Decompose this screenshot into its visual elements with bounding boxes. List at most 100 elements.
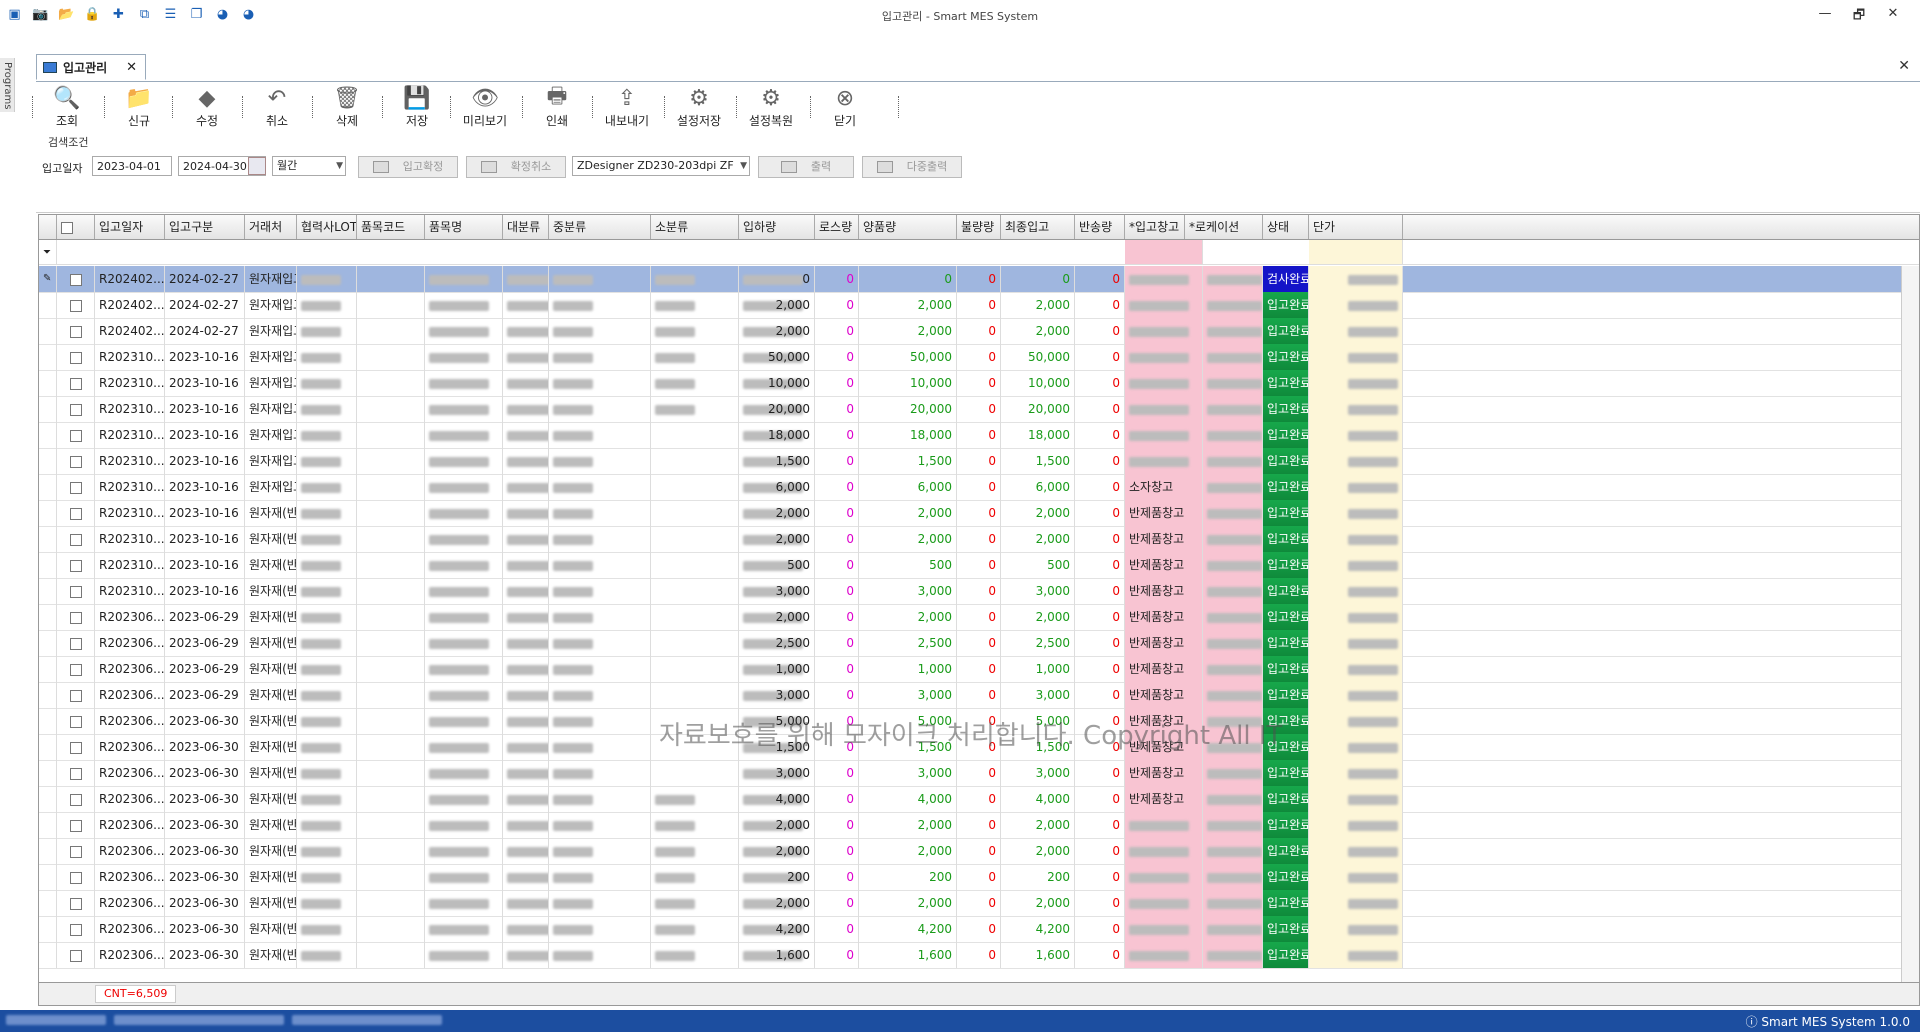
column-header[interactable]: 단가 — [1309, 215, 1403, 239]
column-header[interactable] — [57, 215, 95, 239]
table-row[interactable]: R202306...2023-06-30원자재(반제품)4,00004,0000… — [39, 786, 1919, 813]
table-row[interactable]: R202310...2023-10-16원자재(반제품)500050005000… — [39, 552, 1919, 579]
row-checkbox[interactable] — [69, 897, 82, 910]
table-row[interactable]: R202402...2024-02-27원자재입고2,00002,00002,0… — [39, 292, 1919, 319]
row-checkbox[interactable] — [69, 715, 82, 728]
column-header[interactable]: 협력사LOT — [297, 215, 357, 239]
toolbar-close-circle-button[interactable]: ⊗ 닫기 — [816, 84, 874, 134]
column-header[interactable]: 양품량 — [859, 215, 957, 239]
row-checkbox[interactable] — [69, 923, 82, 936]
filter-icon[interactable]: ⏷ — [39, 240, 57, 264]
column-header[interactable]: 입고일자 — [95, 215, 165, 239]
column-header[interactable]: 로스량 — [815, 215, 859, 239]
column-header[interactable]: *로케이션 — [1185, 215, 1263, 239]
table-row[interactable]: R202306...2023-06-29원자재(반제품)1,00001,0000… — [39, 656, 1919, 683]
table-row[interactable]: R202306...2023-06-29원자재(반제품)2,00002,0000… — [39, 604, 1919, 631]
table-row[interactable]: R202306...2023-06-30원자재(반제품)2,00002,0000… — [39, 812, 1919, 839]
toolbar-export-button[interactable]: ⇪ 내보내기 — [598, 84, 656, 134]
table-row[interactable]: R202306...2023-06-30원자재(반제품)2,00002,0000… — [39, 890, 1919, 917]
column-header[interactable]: 소분류 — [651, 215, 739, 239]
table-row[interactable]: R202402...2024-02-27원자재입고2,00002,00002,0… — [39, 318, 1919, 345]
row-checkbox[interactable] — [69, 949, 82, 962]
row-checkbox[interactable] — [69, 663, 82, 676]
vertical-scrollbar[interactable] — [1901, 266, 1919, 982]
toolbar-printer-button[interactable]: 🖶 인쇄 — [528, 84, 586, 134]
select-all-checkbox[interactable] — [61, 221, 73, 234]
table-row[interactable]: R202310...2023-10-16원자재(반제품)2,00002,0000… — [39, 500, 1919, 527]
table-row[interactable]: ✎R202402...2024-02-27원자재입고000000검사완료 — [39, 266, 1919, 293]
table-row[interactable]: R202310...2023-10-16원자재입고6,00006,00006,0… — [39, 474, 1919, 501]
row-checkbox[interactable] — [69, 429, 82, 442]
table-row[interactable]: R202310...2023-10-16원자재입고18,000018,00001… — [39, 422, 1919, 449]
row-checkbox[interactable] — [69, 403, 82, 416]
table-row[interactable]: R202310...2023-10-16원자재(반제품)3,00003,0000… — [39, 578, 1919, 605]
toolbar-eraser-button[interactable]: ◆ 수정 — [178, 84, 236, 134]
table-row[interactable]: R202306...2023-06-30원자재(반제품)1,60001,6000… — [39, 942, 1919, 969]
table-row[interactable]: R202306...2023-06-30원자재(반제품)4,20004,2000… — [39, 916, 1919, 943]
row-checkbox[interactable] — [69, 299, 82, 312]
row-checkbox[interactable] — [69, 325, 82, 338]
toolbar-search-button[interactable]: 🔍 조회 — [38, 84, 96, 134]
row-checkbox[interactable] — [69, 507, 82, 520]
period-select[interactable]: 월간 ▼ — [272, 156, 346, 176]
confirm-receipt-button[interactable]: 입고확정 — [358, 156, 458, 178]
tab-receiving-management[interactable]: 입고관리 ✕ — [36, 54, 146, 80]
column-header[interactable]: *입고창고 — [1125, 215, 1185, 239]
toolbar-save-button[interactable]: 💾 저장 — [388, 84, 446, 134]
column-header[interactable]: 입하량 — [739, 215, 815, 239]
filter-warehouse[interactable] — [1125, 240, 1203, 264]
toolbar-trash-button[interactable]: 🗑 삭제 — [318, 84, 376, 134]
row-checkbox[interactable] — [69, 481, 82, 494]
row-checkbox[interactable] — [69, 455, 82, 468]
row-checkbox[interactable] — [69, 741, 82, 754]
tab-close-icon[interactable]: ✕ — [126, 60, 137, 75]
row-checkbox[interactable] — [69, 585, 82, 598]
table-row[interactable]: R202310...2023-10-16원자재입고50,000050,00005… — [39, 344, 1919, 371]
column-header[interactable]: 반송량 — [1075, 215, 1125, 239]
row-checkbox[interactable] — [69, 845, 82, 858]
column-header[interactable]: 최종입고 — [1001, 215, 1075, 239]
column-header[interactable] — [39, 215, 57, 239]
column-header[interactable]: 대분류 — [503, 215, 549, 239]
date-from-input[interactable]: 2023-04-01 — [92, 156, 172, 176]
column-header[interactable]: 입고구분 — [165, 215, 245, 239]
toolbar-gear-restore-button[interactable]: ⚙ 설정복원 — [742, 84, 800, 134]
toolbar-eye-button[interactable]: 👁 미리보기 — [456, 84, 514, 134]
table-row[interactable]: R202306...2023-06-29원자재(반제품)3,00003,0000… — [39, 682, 1919, 709]
table-row[interactable]: R202310...2023-10-16원자재입고10,000010,00001… — [39, 370, 1919, 397]
table-row[interactable]: R202306...2023-06-30원자재(반제품)200020002000… — [39, 864, 1919, 891]
column-header[interactable]: 상태 — [1263, 215, 1309, 239]
print-button[interactable]: 출력 — [758, 156, 854, 178]
row-checkbox[interactable] — [69, 611, 82, 624]
programs-side-tab[interactable]: Programs — [0, 58, 15, 112]
filter-row[interactable]: ⏷ — [39, 240, 1919, 265]
row-checkbox[interactable] — [69, 793, 82, 806]
row-checkbox[interactable] — [69, 351, 82, 364]
toolbar-new-folder-button[interactable]: 📁 신규 — [110, 84, 168, 134]
row-checkbox[interactable] — [69, 559, 82, 572]
minimize-button[interactable]: — — [1808, 6, 1842, 28]
filter-price[interactable] — [1309, 240, 1403, 264]
close-window-button[interactable]: ✕ — [1876, 6, 1910, 28]
toolbar-undo-button[interactable]: ↶ 취소 — [248, 84, 306, 134]
column-header[interactable]: 불량량 — [957, 215, 1001, 239]
table-row[interactable]: R202306...2023-06-30원자재(반제품)2,00002,0000… — [39, 838, 1919, 865]
table-row[interactable]: R202310...2023-10-16원자재입고20,000020,00002… — [39, 396, 1919, 423]
column-header[interactable]: 품목코드 — [357, 215, 425, 239]
row-checkbox[interactable] — [69, 689, 82, 702]
column-header[interactable]: 중분류 — [549, 215, 651, 239]
table-row[interactable]: R202310...2023-10-16원자재(반제품)2,00002,0000… — [39, 526, 1919, 553]
row-checkbox[interactable] — [69, 533, 82, 546]
calendar-icon[interactable] — [248, 157, 266, 175]
close-all-icon[interactable]: ✕ — [1898, 58, 1910, 74]
table-row[interactable]: R202306...2023-06-29원자재(반제품)2,50002,5000… — [39, 630, 1919, 657]
table-row[interactable]: R202306...2023-06-30원자재(반제품)3,00003,0000… — [39, 760, 1919, 787]
row-checkbox[interactable] — [69, 273, 82, 286]
column-header[interactable]: 거래처 — [245, 215, 297, 239]
row-checkbox[interactable] — [69, 819, 82, 832]
restore-button[interactable]: 🗗 — [1842, 6, 1876, 28]
table-row[interactable]: R202310...2023-10-16원자재입고1,50001,50001,5… — [39, 448, 1919, 475]
printer-select[interactable]: ZDesigner ZD230-203dpi ZF ▼ — [572, 156, 750, 176]
row-checkbox[interactable] — [69, 767, 82, 780]
toolbar-gear-button[interactable]: ⚙ 설정저장 — [670, 84, 728, 134]
